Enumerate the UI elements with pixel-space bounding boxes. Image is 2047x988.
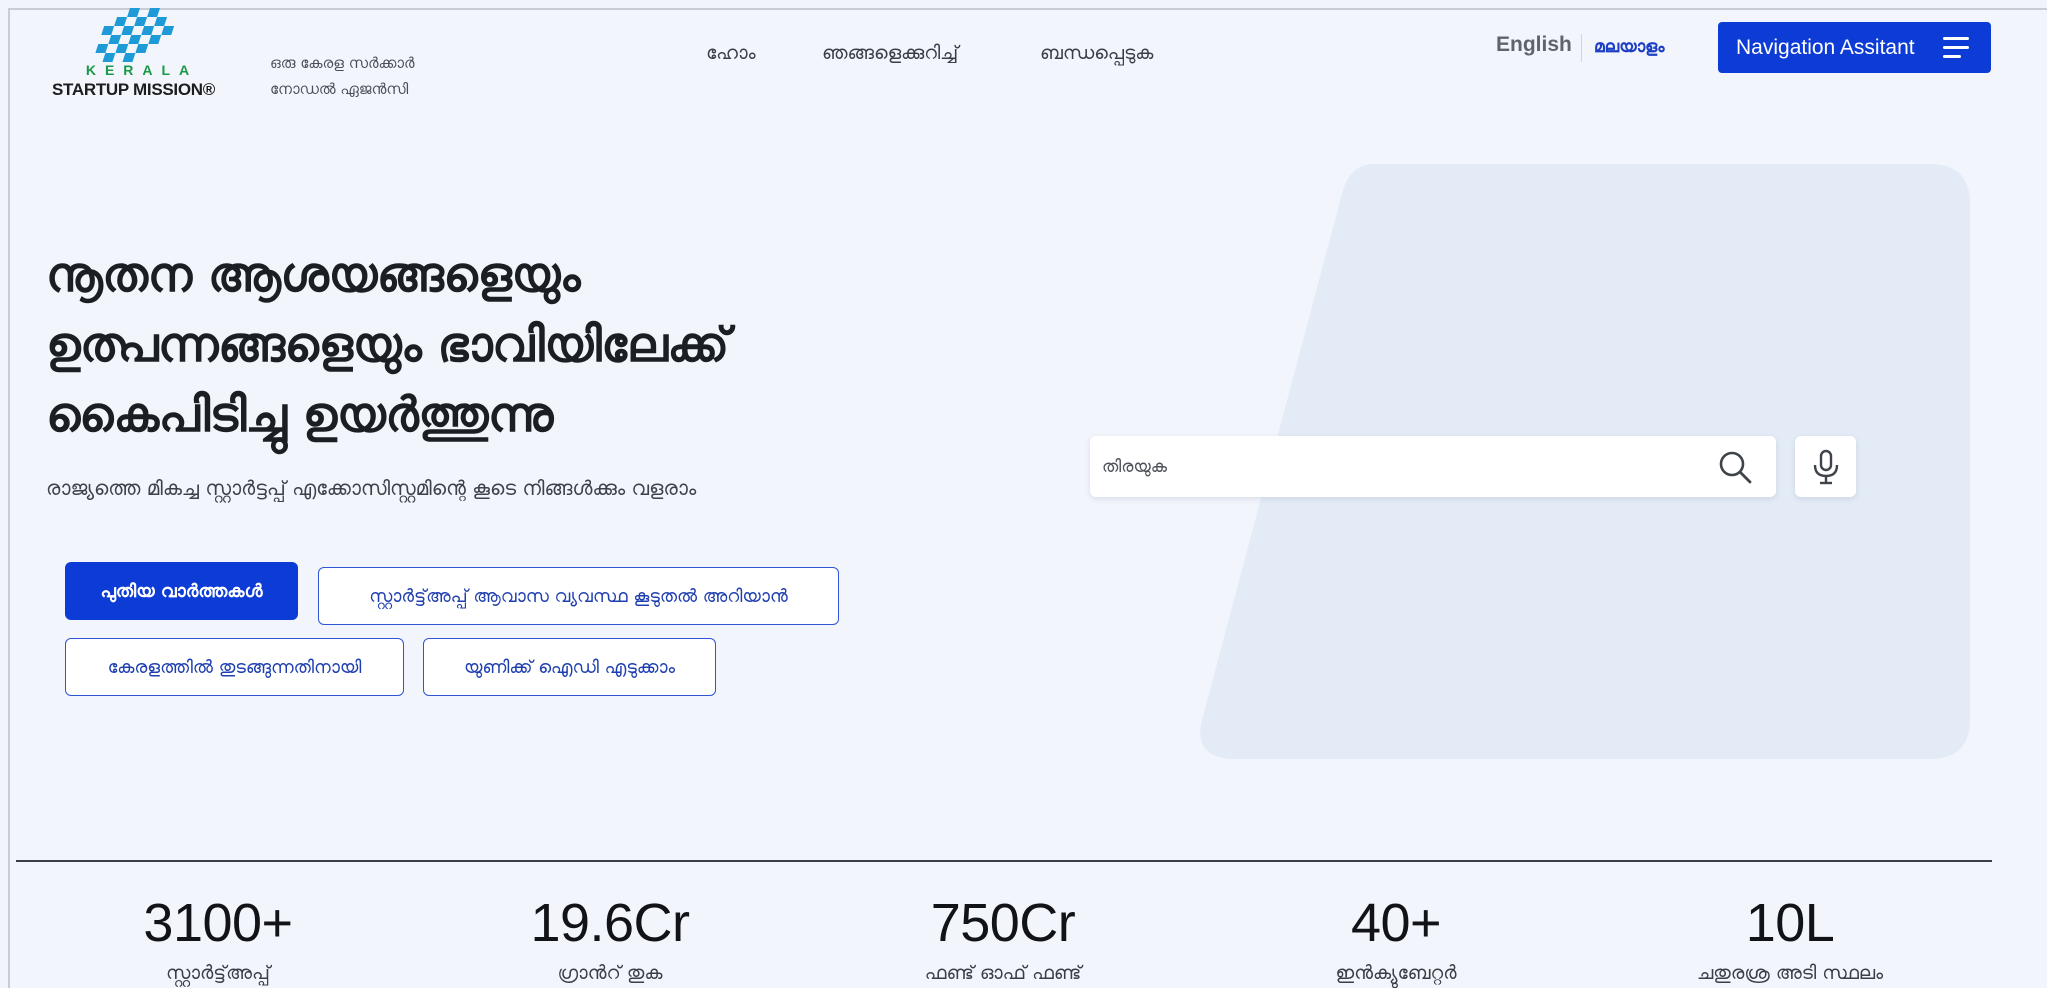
tagline-line-2: നോഡൽ ഏജൻസി xyxy=(270,80,409,98)
learn-ecosystem-button[interactable]: സ്റ്റാർട്ട്അപ്പ് ആവാസ വ്യവസ്ഥ കൂടുതൽ അറി… xyxy=(318,567,839,625)
tagline-line-1: ഒരു കേരള സർക്കാർ xyxy=(270,54,415,72)
lang-malayalam-link[interactable]: മലയാളം xyxy=(1594,37,1664,57)
stat-label: ചതുരശ്ര അടി സ്ഥലം xyxy=(1696,962,1884,984)
start-in-kerala-button[interactable]: കേരളത്തിൽ തുടങ്ങുന്നതിനായി xyxy=(65,638,404,696)
stat-label: ഇൻക്യുബേറ്റർ xyxy=(1335,962,1457,984)
stat-grant-amount: 19.6Cr ഗ്രാൻറ് തുക xyxy=(460,890,760,984)
logo-checker-icon xyxy=(95,8,175,62)
stat-incubators: 40+ ഇൻക്യുബേറ്റർ xyxy=(1246,890,1546,984)
stat-fund-of-funds: 750Cr ഫണ്ട് ഓഫ് ഫണ്ട് xyxy=(853,890,1153,984)
header-tagline: ഒരു കേരള സർക്കാർ നോഡൽ ഏജൻസി xyxy=(270,50,415,102)
voice-search-button[interactable] xyxy=(1795,436,1856,497)
hero-title-line-2: ഉത്പന്നങ്ങളെയും ഭാവിയിലേക്ക് xyxy=(46,317,729,373)
stat-value: 750Cr xyxy=(930,893,1076,953)
lang-divider xyxy=(1581,34,1582,62)
navigation-assistant-button[interactable]: Navigation Assitant xyxy=(1718,22,1991,73)
stat-value: 3100+ xyxy=(143,893,293,953)
stat-value: 40+ xyxy=(1350,893,1442,953)
stat-label: ഫണ്ട് ഓഫ് ഫണ്ട് xyxy=(924,962,1082,984)
hero-title-line-3: കൈപിടിച്ചു ഉയർത്തുന്നു xyxy=(46,387,553,443)
lang-english-link[interactable]: English xyxy=(1496,33,1572,57)
stat-square-feet: 10L ചതുരശ്ര അടി സ്ഥലം xyxy=(1640,890,1940,984)
navigation-assistant-label: Navigation Assitant xyxy=(1736,35,1915,59)
unique-id-button[interactable]: യുണിക്ക് ഐഡി എടുക്കാം xyxy=(423,638,716,696)
hero-title-line-1: നൂതന ആശയങ്ങളെയും xyxy=(46,247,581,303)
logo-wordmark-kerala: KERALA xyxy=(85,62,199,78)
stat-value: 19.6Cr xyxy=(530,893,690,953)
microphone-icon xyxy=(1813,449,1839,485)
stat-label: സ്റ്റാർട്ട്അപ്പ് xyxy=(166,962,270,984)
stat-label: ഗ്രാൻറ് തുക xyxy=(557,962,663,984)
nav-item-about[interactable]: ഞങ്ങളെക്കുറിച്ച് xyxy=(822,42,958,64)
hero-subtitle: രാജ്യത്തെ മികച്ച സ്റ്റാർട്ടപ്പ് എക്കോസിസ… xyxy=(46,476,697,500)
nav-item-contact[interactable]: ബന്ധപ്പെടുക xyxy=(1040,42,1153,64)
stat-startups: 3100+ സ്റ്റാർട്ട്അപ്പ് xyxy=(68,890,368,984)
latest-news-button[interactable]: പുതിയ വാർത്തകൾ xyxy=(65,562,298,620)
nav-item-home[interactable]: ഹോം xyxy=(706,42,756,64)
hero-title: നൂതന ആശയങ്ങളെയും ഉത്പന്നങ്ങളെയും ഭാവിയില… xyxy=(46,240,946,450)
hamburger-icon xyxy=(1943,37,1969,59)
search-icon[interactable] xyxy=(1718,450,1752,484)
search-box xyxy=(1090,436,1776,497)
stat-value: 10L xyxy=(1745,893,1835,953)
ksum-logo[interactable]: KERALA STARTUP MISSION® xyxy=(52,8,242,100)
search-input[interactable] xyxy=(1102,436,1702,497)
stats-divider xyxy=(16,860,1992,862)
logo-wordmark-ksum: STARTUP MISSION® xyxy=(52,80,215,99)
